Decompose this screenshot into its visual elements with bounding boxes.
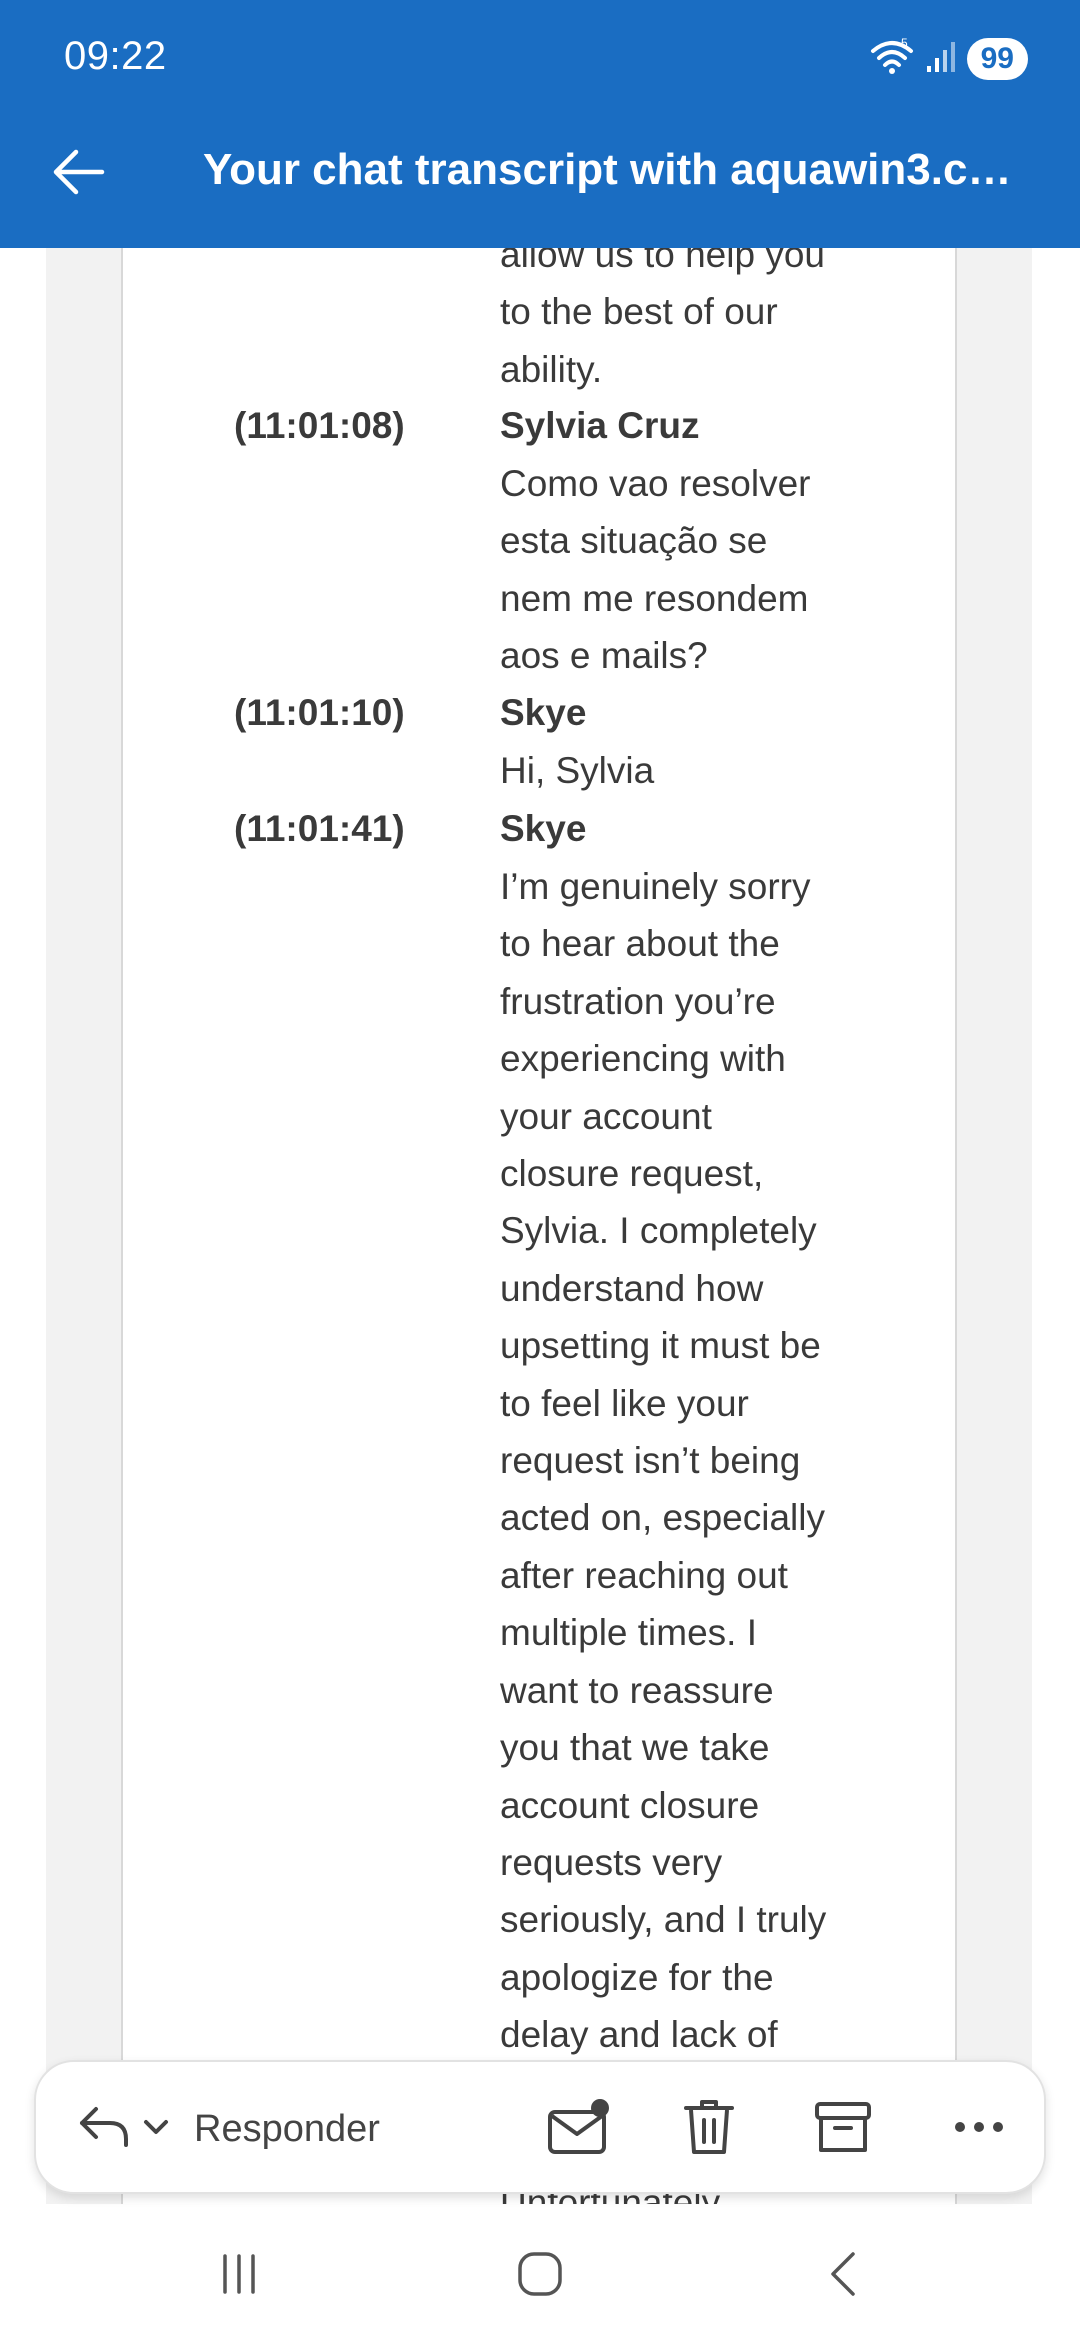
message-line: your account: [500, 1095, 712, 1137]
message-line: acted on, especially: [500, 1497, 825, 1539]
entry-timestamp: (11:01:41): [234, 808, 405, 849]
message-line: apologize for the: [500, 1956, 774, 1998]
message-line: upsetting it must be: [500, 1325, 821, 1367]
message-line: to hear about the: [500, 923, 780, 965]
message-line: Como vao resolver: [500, 463, 811, 504]
message-line: I’m genuinely sorry: [500, 866, 811, 907]
back-arrow-button[interactable]: [46, 140, 110, 204]
message-line: Hi, Sylvia: [500, 750, 655, 791]
message-line: requests very: [500, 1841, 723, 1883]
partial-message-top: allow us to help you to the best of our …: [500, 248, 860, 398]
message-line: ability.: [500, 348, 603, 390]
mark-unread-button[interactable]: [538, 2086, 620, 2168]
archive-button[interactable]: [802, 2086, 884, 2168]
more-options-button[interactable]: [938, 2086, 1020, 2168]
entry-message: Hi, Sylvia: [500, 742, 860, 799]
more-horizontal-icon: [955, 2122, 1003, 2132]
entry-message: Como vao resolver esta situação se nem m…: [500, 455, 860, 685]
email-action-bar: Responder: [34, 2060, 1046, 2194]
delete-button[interactable]: [668, 2086, 750, 2168]
battery-indicator: 99: [966, 38, 1028, 80]
back-nav-button[interactable]: [798, 2234, 888, 2314]
message-line: closure request,: [500, 1153, 764, 1195]
entry-speaker: Skye: [500, 808, 587, 849]
home-button[interactable]: [495, 2234, 585, 2314]
message-line: delay and lack of: [500, 2014, 778, 2056]
message-line: esta situação se: [500, 520, 768, 562]
recent-apps-icon: [223, 2254, 255, 2294]
message-line: request isn’t being: [500, 1440, 801, 1482]
message-line: account closure: [500, 1784, 760, 1826]
reply-icon: [76, 2103, 132, 2156]
message-line: Sylvia. I completely: [500, 1210, 817, 1252]
message-line: multiple times. I: [500, 1612, 758, 1654]
signal-icon: [925, 40, 957, 79]
status-time: 09:22: [64, 34, 167, 78]
app-header: 09:22 5 99 Your chat transcript with aqu…: [0, 0, 1080, 248]
message-line: after reaching out: [500, 1554, 788, 1596]
status-icons: 5 99: [869, 36, 1028, 82]
entry-timestamp: (11:01:10): [234, 692, 405, 733]
message-line: frustration you’re: [500, 980, 776, 1022]
entry-speaker: Sylvia Cruz: [500, 405, 700, 446]
system-navigation-bar: [0, 2204, 1080, 2340]
svg-text:5: 5: [901, 37, 908, 50]
wifi-icon: 5: [869, 36, 915, 82]
trash-icon: [684, 2100, 734, 2154]
home-icon: [518, 2252, 562, 2296]
message-line: seriously, and I truly: [500, 1899, 827, 1941]
reply-button[interactable]: Responder: [76, 2090, 380, 2168]
message-line: to feel like your: [500, 1382, 749, 1424]
email-subject-title: Your chat transcript with aquawin3.com…: [203, 145, 1033, 194]
chevron-down-icon[interactable]: [142, 2117, 170, 2142]
entry-timestamp: (11:01:08): [234, 405, 405, 446]
archive-icon: [815, 2102, 871, 2152]
message-line: to the best of our: [500, 291, 778, 333]
message-line: understand how: [500, 1267, 764, 1309]
email-body[interactable]: allow us to help you to the best of our …: [0, 248, 1080, 2204]
arrow-left-icon: [53, 149, 105, 195]
message-line: nem me resondem: [500, 577, 809, 619]
message-line: want to reassure: [500, 1669, 774, 1711]
reply-label: Responder: [194, 2107, 380, 2150]
message-line: you that we take: [500, 1727, 770, 1769]
recent-apps-button[interactable]: [194, 2234, 284, 2314]
chevron-left-icon: [831, 2252, 855, 2296]
mail-unread-icon: [548, 2099, 609, 2154]
entry-speaker: Skye: [500, 692, 587, 733]
message-line: allow us to help you: [500, 248, 825, 275]
message-line: experiencing with: [500, 1038, 786, 1080]
entry-message: I’m genuinely sorry to hear about the fr…: [500, 858, 860, 2064]
message-line: aos e mails?: [500, 635, 708, 677]
